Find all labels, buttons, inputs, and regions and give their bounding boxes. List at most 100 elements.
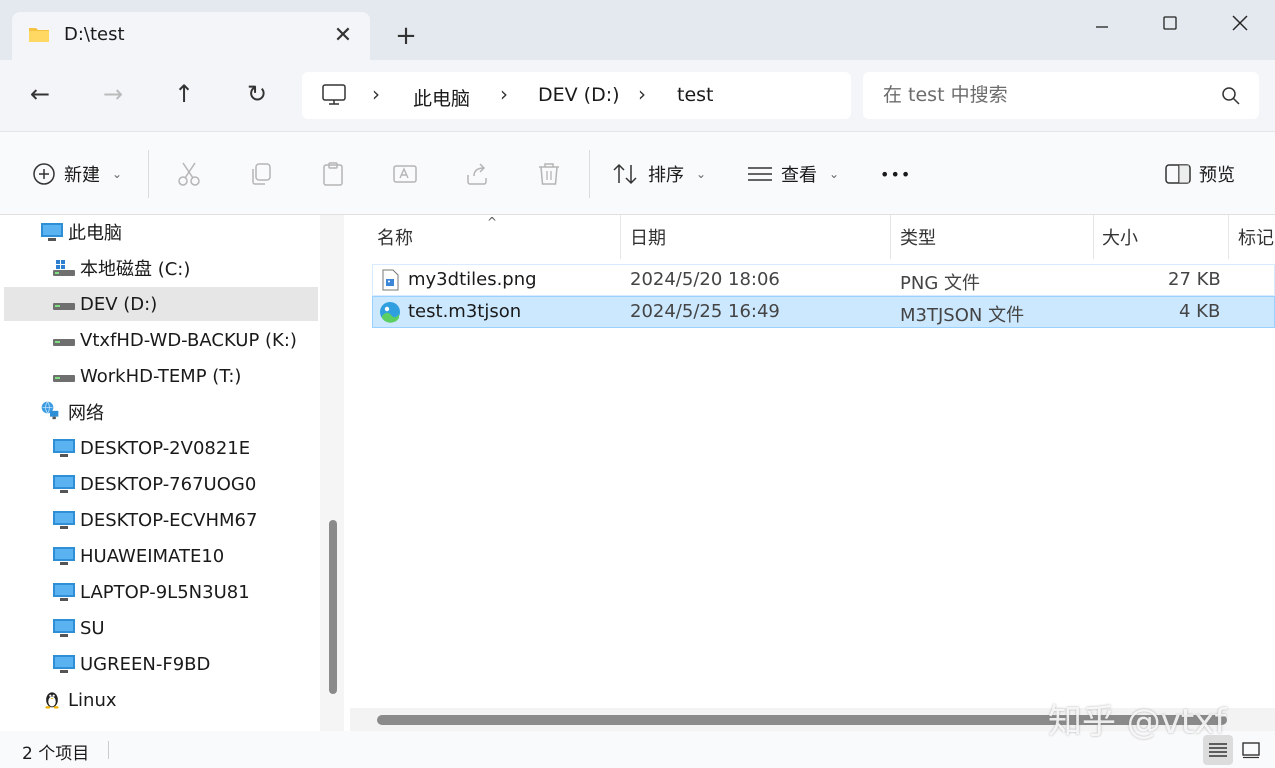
column-divider[interactable] — [620, 215, 621, 259]
chevron-down-icon: ⌄ — [112, 167, 123, 181]
rename-button[interactable] — [391, 160, 419, 188]
chevron-down-icon: ⌄ — [696, 167, 707, 181]
breadcrumb-dev-d[interactable]: DEV (D:) — [538, 84, 620, 106]
search-icon — [1222, 87, 1240, 105]
breadcrumb-test[interactable]: test — [677, 84, 714, 106]
sidebar-item-desktop-ecvhm67[interactable]: DESKTOP-ECVHM67 — [0, 503, 320, 537]
preview-button[interactable]: 预览 — [1165, 158, 1235, 190]
sidebar-item-linux[interactable]: Linux — [0, 683, 320, 717]
sidebar-item-desktop-2v0821e[interactable]: DESKTOP-2V0821E — [0, 431, 320, 465]
preview-pane-icon — [1165, 164, 1191, 184]
column-header-type[interactable]: 类型 — [900, 215, 936, 259]
sidebar-item-label: 此电脑 — [68, 223, 122, 244]
divider — [108, 741, 109, 759]
forward-button[interactable]: → — [95, 76, 131, 112]
details-view-icon — [1209, 743, 1227, 757]
large-icons-view-button[interactable] — [1236, 735, 1266, 765]
column-divider[interactable] — [1093, 215, 1094, 259]
sidebar-item-label: WorkHD-TEMP (T:) — [80, 365, 242, 387]
back-button[interactable]: ← — [22, 76, 58, 112]
sidebar-item-label: 本地磁盘 (C:) — [80, 259, 191, 280]
chevron-down-icon: ⌄ — [829, 167, 840, 181]
paste-button[interactable] — [319, 160, 347, 188]
sort-ascending-icon: ^ — [487, 215, 498, 229]
sidebar-item-label: DESKTOP-ECVHM67 — [80, 509, 258, 531]
file-row-test-m3tjson[interactable]: test.m3tjson 2024/5/25 16:49 M3TJSON 文件 … — [372, 296, 1275, 328]
tab-d-test[interactable]: D:\test ✕ — [12, 12, 370, 60]
drive-icon — [53, 303, 75, 310]
divider — [148, 150, 149, 198]
sidebar-item-desktop-767uog0[interactable]: DESKTOP-767UOG0 — [0, 467, 320, 501]
up-button[interactable]: ↑ — [166, 76, 202, 112]
sidebar-item-huaweimate10[interactable]: HUAWEIMATE10 — [0, 539, 320, 573]
sidebar-item-ugreen-f9bd[interactable]: UGREEN-F9BD — [0, 647, 320, 681]
sidebar-item-label: SU — [80, 617, 105, 639]
preview-label: 预览 — [1199, 165, 1235, 186]
divider — [589, 150, 590, 198]
copy-icon — [252, 163, 271, 185]
file-type: PNG 文件 — [900, 273, 980, 294]
sidebar-item-drive-c[interactable]: 本地磁盘 (C:) — [0, 251, 320, 285]
sidebar-item-laptop-9l5n3u81[interactable]: LAPTOP-9L5N3U81 — [0, 575, 320, 609]
computer-icon — [53, 583, 75, 601]
share-button[interactable] — [463, 160, 491, 188]
sidebar-item-label: VtxfHD-WD-BACKUP (K:) — [80, 329, 297, 351]
maximize-icon — [1163, 16, 1177, 30]
column-header-tags[interactable]: 标记 — [1238, 215, 1274, 259]
sidebar-item-label: 网络 — [68, 403, 104, 424]
column-header-name[interactable]: 名称 — [377, 215, 413, 259]
computer-icon — [53, 439, 75, 457]
sidebar-item-su[interactable]: SU — [0, 611, 320, 645]
new-tab-button[interactable]: + — [392, 21, 420, 51]
more-options-button[interactable]: ••• — [880, 158, 911, 190]
network-icon — [41, 401, 59, 420]
computer-icon — [53, 511, 75, 529]
column-divider[interactable] — [1228, 215, 1229, 259]
delete-button[interactable] — [535, 160, 563, 188]
rename-icon — [393, 165, 417, 183]
view-label: 查看 — [781, 165, 817, 186]
windows-drive-icon — [53, 260, 75, 276]
column-divider[interactable] — [890, 215, 891, 259]
maximize-button[interactable] — [1146, 8, 1194, 38]
computer-icon — [53, 475, 75, 493]
tab-close-icon[interactable]: ✕ — [330, 22, 356, 48]
file-name: test.m3tjson — [408, 301, 522, 322]
sidebar-scrollbar-thumb[interactable] — [329, 520, 337, 694]
copy-button[interactable] — [247, 160, 275, 188]
breadcrumb-chevron-icon[interactable]: › — [638, 82, 646, 106]
photo-viewer-file-icon — [380, 302, 400, 323]
sidebar-item-temp-t[interactable]: WorkHD-TEMP (T:) — [0, 359, 320, 393]
search-box[interactable] — [863, 72, 1259, 119]
title-bar: D:\test ✕ + — [0, 0, 1275, 60]
close-icon — [1232, 15, 1248, 31]
pc-icon — [41, 223, 63, 241]
file-type: M3TJSON 文件 — [900, 305, 1025, 326]
minimize-button[interactable] — [1078, 8, 1126, 38]
share-icon — [467, 163, 487, 185]
search-input[interactable] — [883, 80, 1203, 110]
linux-penguin-icon — [45, 692, 59, 709]
large-icons-view-icon — [1242, 742, 1260, 759]
sidebar-item-network[interactable]: 网络 — [0, 395, 320, 429]
navigation-pane: 此电脑 本地磁盘 (C:) DEV (D:) VtxfHD-WD-BACKUP … — [0, 215, 320, 731]
breadcrumb-chevron-icon[interactable]: › — [372, 82, 380, 106]
breadcrumb-chevron-icon[interactable]: › — [500, 82, 508, 106]
file-name: my3dtiles.png — [408, 269, 537, 290]
address-bar[interactable]: › 此电脑 › DEV (D:) › test — [302, 72, 851, 119]
sidebar-item-dev-d[interactable]: DEV (D:) — [4, 287, 318, 321]
sidebar-item-this-pc[interactable]: 此电脑 — [0, 215, 320, 249]
column-header-size[interactable]: 大小 — [1102, 215, 1138, 259]
sort-button[interactable]: 排序 ⌄ — [612, 158, 706, 190]
view-button[interactable]: 查看 ⌄ — [747, 158, 839, 190]
close-window-button[interactable] — [1216, 8, 1264, 38]
sidebar-item-backup-k[interactable]: VtxfHD-WD-BACKUP (K:) — [0, 323, 320, 357]
file-row-my3dtiles-png[interactable]: my3dtiles.png 2024/5/20 18:06 PNG 文件 27 … — [372, 264, 1275, 296]
refresh-button[interactable]: ↻ — [239, 76, 275, 112]
folder-icon — [29, 28, 49, 42]
column-header-date[interactable]: 日期 — [630, 215, 666, 259]
breadcrumb-this-pc[interactable]: 此电脑 — [413, 84, 470, 111]
new-button[interactable]: 新建 ⌄ — [32, 158, 122, 190]
cut-button[interactable] — [175, 160, 203, 188]
sidebar-item-label: Linux — [68, 689, 117, 711]
